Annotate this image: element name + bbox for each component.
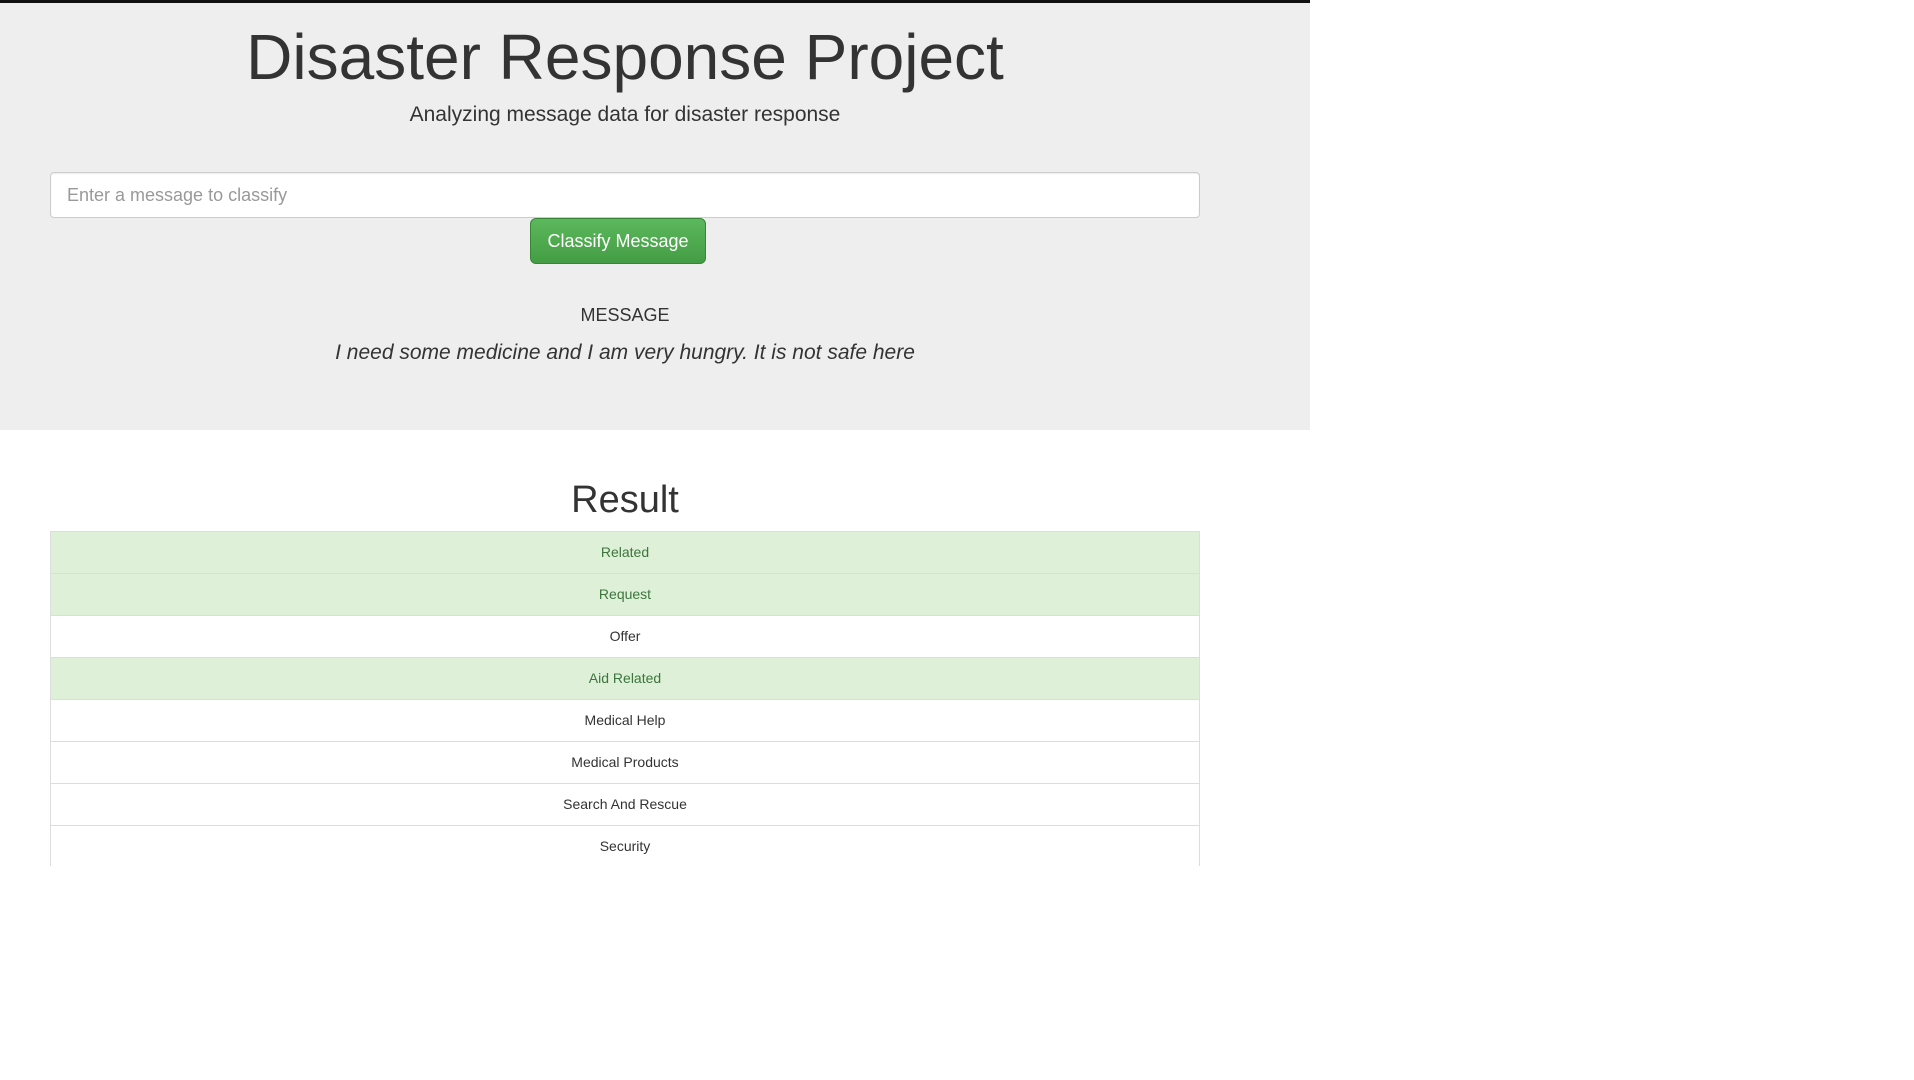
page-title: Disaster Response Project [246,21,1004,93]
result-category-item: Medical Products [51,741,1199,783]
result-category-item: Search And Rescue [51,783,1199,825]
result-category-item: Related [51,531,1199,573]
message-heading: MESSAGE [580,305,670,325]
result-category-item: Security [51,825,1199,866]
page: Disaster Response Project Analyzing mess… [0,0,1914,1080]
header-jumbotron: Disaster Response Project Analyzing mess… [0,3,1310,430]
page-subtitle: Analyzing message data for disaster resp… [409,103,841,126]
result-category-list: Related Request Offer Aid Related Medica… [50,531,1200,866]
classify-message-button[interactable]: Classify Message [530,218,706,264]
result-category-item: Offer [51,615,1199,657]
result-category-item: Request [51,573,1199,615]
message-input[interactable] [50,172,1200,218]
result-category-item: Aid Related [51,657,1199,699]
result-title: Result [571,479,679,521]
result-category-item: Medical Help [51,699,1199,741]
classified-message-text: I need some medicine and I am very hungr… [335,341,915,364]
